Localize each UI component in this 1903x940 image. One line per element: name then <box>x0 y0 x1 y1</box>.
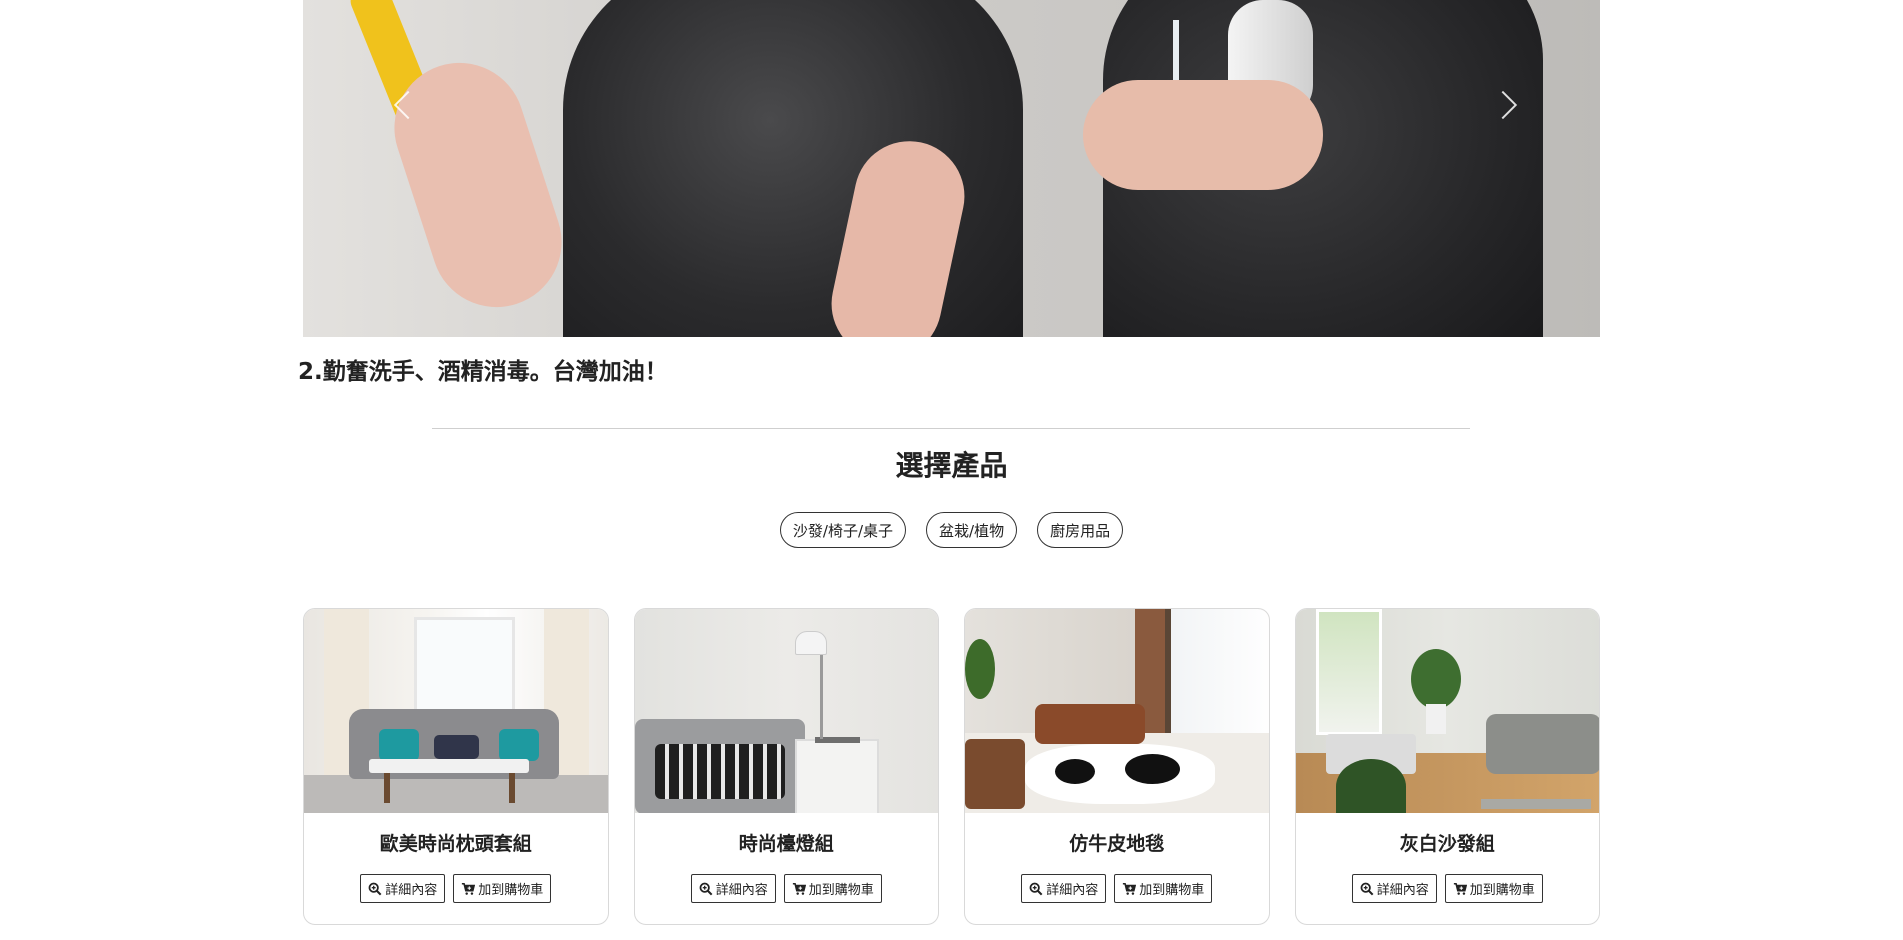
detail-button[interactable]: 詳細內容 <box>360 874 446 903</box>
add-to-cart-button[interactable]: 加到購物車 <box>1114 874 1213 903</box>
section-title: 選擇產品 <box>895 449 1008 482</box>
hero-caption: 2.勤奮洗手、酒精消毒。台灣加油！ <box>298 359 668 385</box>
cart-plus-icon <box>792 882 806 895</box>
cart-plus-icon <box>462 882 476 895</box>
product-card: 灰白沙發組 詳細內容 加到購物車 <box>1294 608 1600 925</box>
zoom-in-icon <box>1029 882 1043 895</box>
product-image[interactable] <box>634 609 939 813</box>
category-filters: 沙發/椅子/桌子 盆栽/植物 廚房用品 <box>0 512 1903 548</box>
detail-button[interactable]: 詳細內容 <box>1351 874 1437 903</box>
filter-sofa-chair-table[interactable]: 沙發/椅子/桌子 <box>779 512 907 548</box>
cart-label: 加到購物車 <box>1139 883 1205 898</box>
detail-label: 詳細內容 <box>715 883 768 898</box>
zoom-in-icon <box>699 882 713 895</box>
add-to-cart-button[interactable]: 加到購物車 <box>1444 874 1543 903</box>
cart-plus-icon <box>1123 882 1137 895</box>
cart-label: 加到購物車 <box>478 883 544 898</box>
detail-label: 詳細內容 <box>385 883 438 898</box>
product-image[interactable] <box>304 609 608 813</box>
cart-label: 加到購物車 <box>1469 883 1535 898</box>
filter-plants[interactable]: 盆栽/植物 <box>926 512 1018 548</box>
hero-carousel <box>303 0 1600 337</box>
product-name: 時尚檯燈組 <box>738 833 834 855</box>
product-name: 灰白沙發組 <box>1399 833 1495 855</box>
product-card: 仿牛皮地毯 詳細內容 加到購物車 <box>964 608 1270 925</box>
product-image[interactable] <box>965 609 1269 813</box>
add-to-cart-button[interactable]: 加到購物車 <box>453 874 552 903</box>
zoom-in-icon <box>368 882 382 895</box>
cart-label: 加到購物車 <box>808 883 874 898</box>
hero-hand-right <box>1083 80 1323 190</box>
product-card: 歐美時尚枕頭套組 詳細內容 加到購物車 <box>303 608 609 925</box>
cart-plus-icon <box>1453 882 1467 895</box>
detail-button[interactable]: 詳細內容 <box>1021 874 1107 903</box>
detail-label: 詳細內容 <box>1046 883 1099 898</box>
product-grid: 歐美時尚枕頭套組 詳細內容 加到購物車 時尚檯燈組 詳細內容 加到購物車 仿牛皮… <box>303 608 1600 925</box>
zoom-in-icon <box>1360 882 1374 895</box>
product-name: 仿牛皮地毯 <box>1069 833 1165 855</box>
detail-button[interactable]: 詳細內容 <box>690 874 776 903</box>
product-image[interactable] <box>1295 609 1600 813</box>
add-to-cart-button[interactable]: 加到購物車 <box>783 874 882 903</box>
filter-kitchen[interactable]: 廚房用品 <box>1037 512 1124 548</box>
product-card: 時尚檯燈組 詳細內容 加到購物車 <box>633 608 939 925</box>
section-divider <box>432 428 1470 429</box>
product-name: 歐美時尚枕頭套組 <box>379 833 532 855</box>
detail-label: 詳細內容 <box>1376 883 1429 898</box>
